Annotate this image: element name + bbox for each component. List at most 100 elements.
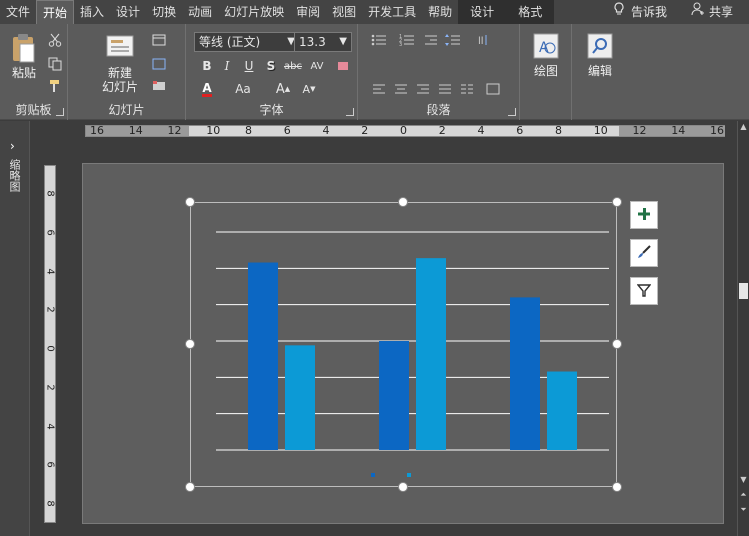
scroll-up-icon[interactable]: ▲ [738,121,749,133]
change-case-button[interactable]: Aa [228,79,258,99]
svg-text:3: 3 [399,42,402,47]
bold-icon[interactable]: B [196,56,218,76]
new-slide-label-2: 幻灯片 [101,80,138,94]
clear-format-icon[interactable] [332,56,354,76]
line-spacing-icon[interactable] [442,30,464,50]
shapes-icon: A [528,32,564,64]
vertical-scrollbar[interactable]: ▲ ▼ ⏶ ⏷ [737,121,749,536]
copy-icon[interactable] [44,54,66,74]
align-center-icon[interactable] [390,79,412,99]
tab-12[interactable]: 格式 [506,0,555,24]
ruler-h-label: 2 [361,124,369,137]
font-size-dropdown[interactable]: 13.3 ▼ [294,32,352,52]
change-case-label: Aa [235,82,251,96]
font-size-value: 13.3 [299,35,326,49]
ruler-v-label: 8 [44,190,56,197]
shrink-font-icon[interactable]: A ▼ [298,79,320,99]
new-slide-button[interactable]: 新建 幻灯片 [96,32,144,94]
italic-icon[interactable]: I [216,56,238,76]
layout-icon[interactable] [148,30,170,50]
bullets-icon[interactable] [368,30,390,50]
reset-icon[interactable] [148,54,170,74]
decrease-indent-icon[interactable] [420,30,442,50]
ruler-h-label: 6 [283,124,291,137]
scroll-down-icon[interactable]: ▼ [738,474,749,486]
ruler-h-label: 0 [400,124,407,137]
chart-elements-button[interactable] [630,201,658,229]
svg-text:ll: ll [478,36,484,47]
next-slide-icon[interactable]: ⏷ [738,504,749,516]
font-color-icon[interactable]: A [196,79,218,99]
align-left-icon[interactable] [368,79,390,99]
scrollbar-thumb[interactable] [739,283,748,299]
tab-right-area: 告诉我 共享 [601,0,749,24]
horizontal-ruler: 16 14 12 10 8 6 4 2 0 2 4 6 8 10 12 14 16 [85,125,725,137]
font-name-dropdown[interactable]: 等线 (正文) ▼ [194,32,300,52]
ruler-h-label: 12 [167,124,182,137]
resize-handle-l[interactable] [185,339,195,349]
chevron-down-icon: ▼ [339,36,347,47]
ruler-v-label: 4 [44,267,56,275]
expand-chevron-icon[interactable]: › [10,139,15,153]
tab-5[interactable]: 动画 [182,0,218,24]
tab-0[interactable]: 文件 [0,0,36,24]
resize-handle-tr[interactable] [612,197,622,207]
underline-icon[interactable]: U [238,56,260,76]
ruler-h-label: 16 [90,124,104,137]
justify-icon[interactable] [434,79,456,99]
section-icon[interactable] [148,76,170,96]
tab-8[interactable]: 视图 [326,0,362,24]
numbering-icon[interactable]: 123 [396,30,418,50]
drawing-button[interactable]: A 绘图 [528,32,564,78]
ruler-h-label: 8 [555,124,562,137]
grow-font-icon[interactable]: A ▲ [272,79,294,99]
chart-frame[interactable] [190,202,617,487]
ruler-h-label: 14 [128,124,143,137]
tab-11[interactable]: 设计 [458,0,507,24]
person-icon [691,0,705,24]
tell-me-box[interactable]: 告诉我 [601,0,679,24]
font-launcher-icon[interactable] [346,108,354,116]
prev-slide-icon[interactable]: ⏶ [738,489,749,501]
columns-icon[interactable] [456,79,478,99]
editing-button[interactable]: 编辑 [582,32,618,78]
tab-1[interactable]: 开始 [36,0,75,24]
char-spacing-icon[interactable]: AV [306,56,328,76]
resize-handle-b[interactable] [398,482,408,492]
chart-styles-button[interactable] [630,239,658,267]
paste-button[interactable]: 粘贴 [6,32,42,80]
resize-handle-br[interactable] [612,482,622,492]
paragraph-launcher-icon[interactable] [508,108,516,116]
tab-9[interactable]: 开发工具 [362,0,422,24]
resize-handle-t[interactable] [398,197,408,207]
cut-icon[interactable] [44,30,66,50]
text-direction-icon[interactable]: ll [474,30,496,50]
search-icon [582,32,618,64]
ruler-v-label: 2 [44,384,56,391]
clipboard-launcher-icon[interactable] [56,108,64,116]
tab-2[interactable]: 插入 [74,0,110,24]
resize-handle-bl[interactable] [185,482,195,492]
shadow-icon[interactable]: S [260,56,282,76]
ruler-h-label: 10 [206,124,221,137]
tab-10[interactable]: 帮助 [422,0,458,24]
format-painter-icon[interactable] [44,76,66,96]
ruler-v-label: 4 [44,422,56,430]
resize-handle-r[interactable] [612,339,622,349]
ruler-h-label: 10 [593,124,608,137]
tab-6[interactable]: 幻灯片放映 [218,0,290,24]
share-button[interactable]: 共享 [679,0,749,24]
chart-filters-button[interactable] [630,277,658,305]
resize-handle-tl[interactable] [185,197,195,207]
ruler-h-label: 4 [322,124,330,137]
tab-7[interactable]: 审阅 [290,0,326,24]
smartart-icon[interactable] [482,79,504,99]
paragraph-group: 123 ll 段落 [358,24,520,120]
strikethrough-icon[interactable]: abc [282,56,304,76]
align-right-icon[interactable] [412,79,434,99]
ruler-v-label: 6 [44,229,56,236]
thumbnail-pane: › 缩略图 [0,121,30,536]
tab-3[interactable]: 设计 [110,0,146,24]
tab-4[interactable]: 切换 [146,0,182,24]
font-name-value: 等线 (正文) [199,35,261,49]
